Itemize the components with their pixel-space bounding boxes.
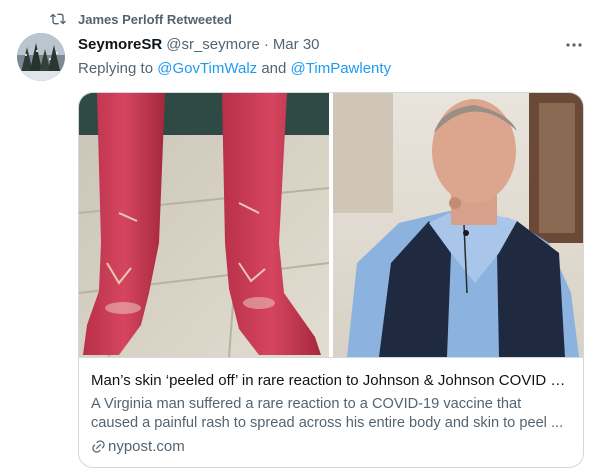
reply-user-link-1[interactable]: @GovTimWalz — [157, 60, 257, 77]
more-options-button[interactable] — [560, 36, 588, 54]
card-image[interactable] — [79, 93, 583, 358]
retweet-label: James Perloff Retweeted — [78, 11, 232, 27]
card-description: A Virginia man suffered a rare reaction … — [91, 395, 571, 433]
card-text[interactable]: Man’s skin ‘peeled off’ in rare reaction… — [79, 357, 583, 467]
reply-user-link-2[interactable]: @TimPawlenty — [291, 60, 392, 77]
link-icon — [92, 440, 105, 453]
more-icon — [566, 43, 582, 47]
card-domain-label: nypost.com — [108, 438, 185, 455]
tweet-date[interactable]: Mar 30 — [273, 36, 320, 53]
link-card[interactable]: Man’s skin ‘peeled off’ in rare reaction… — [78, 92, 584, 468]
reply-joiner: and — [257, 60, 291, 77]
card-photo — [79, 93, 583, 358]
avatar-image — [17, 33, 65, 81]
reply-prefix: Replying to — [78, 60, 158, 77]
retweet-context[interactable]: James Perloff Retweeted — [50, 9, 232, 29]
avatar[interactable] — [17, 33, 65, 81]
separator-dot: · — [263, 36, 269, 53]
reply-context: Replying to @GovTimWalz and @TimPawlenty — [78, 60, 391, 77]
author-handle[interactable]: @sr_seymore — [166, 36, 260, 53]
retweet-icon — [50, 13, 66, 25]
tweet-header: SeymoreSR @sr_seymore · Mar 30 — [78, 36, 320, 53]
author-name[interactable]: SeymoreSR — [78, 36, 162, 53]
card-description-line-2: caused a painful rash to spread across h… — [91, 415, 564, 431]
card-domain[interactable]: nypost.com — [91, 438, 185, 455]
card-title[interactable]: Man’s skin ‘peeled off’ in rare reaction… — [91, 372, 571, 389]
tweet[interactable]: James Perloff Retweeted SeymoreSR @sr_se… — [0, 0, 610, 473]
card-description-line-1: A Virginia man suffered a rare reaction … — [91, 396, 522, 412]
